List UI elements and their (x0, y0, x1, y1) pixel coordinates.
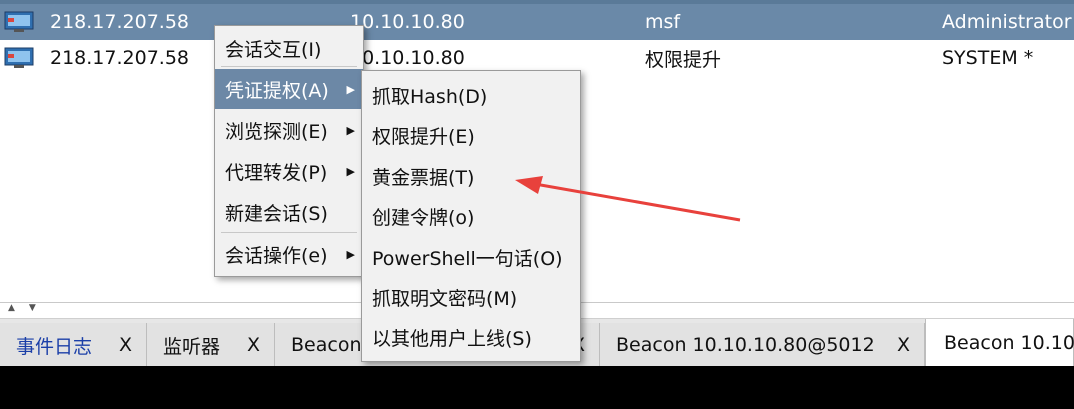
menu-item-label: 凭证提权(A) (225, 79, 329, 102)
menu-item-label: 会话操作(e) (225, 244, 328, 267)
menu-item-label: 黄金票据(T) (372, 166, 475, 189)
submenu-item-privilege-escalation[interactable]: 权限提升(E) (362, 115, 580, 155)
menu-item-label: 抓取明文密码(M) (372, 287, 518, 310)
close-icon[interactable]: X (119, 334, 132, 356)
external-ip-cell: 218.17.207.58 (50, 47, 190, 69)
internal-ip-cell: 10.10.10.80 (350, 11, 465, 33)
console-output[interactable] (0, 366, 1074, 409)
submenu-item-dump-hash[interactable]: 抓取Hash(D) (362, 75, 580, 115)
menu-item-session-operation[interactable]: 会话操作(e) ▶ (215, 234, 363, 274)
user-cell: SYSTEM * (942, 47, 1034, 69)
split-arrows-icon[interactable]: ▲▼ (8, 303, 50, 313)
tab-beacon-3[interactable]: Beacon 10.10 (925, 319, 1074, 367)
submenu-arrow-icon: ▶ (346, 164, 355, 178)
submenu-item-spawn-as-user[interactable]: 以其他用户上线(S) (362, 317, 580, 357)
listener-cell: 权限提升 (645, 48, 722, 71)
computer-icon (4, 47, 34, 68)
submenu-item-dump-plaintext-password[interactable]: 抓取明文密码(M) (362, 277, 580, 317)
menu-item-new-session[interactable]: 新建会话(S) (215, 192, 363, 232)
menu-separator (221, 66, 357, 67)
menu-item-credential-privilege[interactable]: 凭证提权(A) ▶ (215, 69, 363, 109)
menu-item-label: 代理转发(P) (225, 161, 328, 184)
tab-listeners[interactable]: 监听器 X (147, 323, 275, 367)
submenu-arrow-icon: ▶ (346, 82, 355, 96)
menu-item-browse-explore[interactable]: 浏览探测(E) ▶ (215, 110, 363, 150)
tab-event-log[interactable]: 事件日志 X (0, 323, 147, 367)
menu-item-label: 权限提升(E) (372, 125, 475, 148)
internal-ip-cell: 10.10.10.80 (350, 47, 465, 69)
submenu-item-powershell-oneliner[interactable]: PowerShell一句话(O) (362, 237, 580, 277)
menu-item-label: PowerShell一句话(O) (372, 247, 563, 270)
tab-label: 事件日志 (16, 335, 93, 358)
close-icon[interactable]: X (897, 334, 910, 356)
tab-beacon-2[interactable]: Beacon 10.10.10.80@5012 X (600, 323, 925, 367)
menu-item-proxy-forward[interactable]: 代理转发(P) ▶ (215, 151, 363, 191)
user-cell: Administrator * (942, 11, 1074, 33)
listener-cell: msf (645, 11, 681, 33)
annotation-arrow-icon (515, 176, 741, 222)
menu-item-label: 会话交互(I) (225, 38, 322, 61)
close-icon[interactable]: X (247, 334, 260, 356)
computer-icon (4, 11, 34, 32)
context-menu: 会话交互(I) 凭证提权(A) ▶ 浏览探测(E) ▶ 代理转发(P) ▶ 新建… (214, 25, 364, 277)
menu-item-label: 抓取Hash(D) (372, 85, 488, 108)
external-ip-cell: 218.17.207.58 (50, 11, 190, 33)
tab-label: Beacon 10.10.10.80@5012 (616, 334, 875, 356)
tab-label: Beacon 10.10 (944, 332, 1074, 354)
menu-item-label: 新建会话(S) (225, 202, 328, 225)
menu-item-label: 创建令牌(o) (372, 206, 475, 229)
menu-item-label: 以其他用户上线(S) (372, 327, 532, 350)
menu-item-session-interact[interactable]: 会话交互(I) (215, 28, 363, 68)
menu-item-label: 浏览探测(E) (225, 120, 328, 143)
menu-separator (221, 232, 357, 233)
tab-label: 监听器 (163, 335, 221, 358)
table-row[interactable]: 218.17.207.58 10.10.10.80 msf Administra… (0, 4, 1074, 40)
submenu-arrow-icon: ▶ (346, 247, 355, 261)
submenu-arrow-icon: ▶ (346, 123, 355, 137)
